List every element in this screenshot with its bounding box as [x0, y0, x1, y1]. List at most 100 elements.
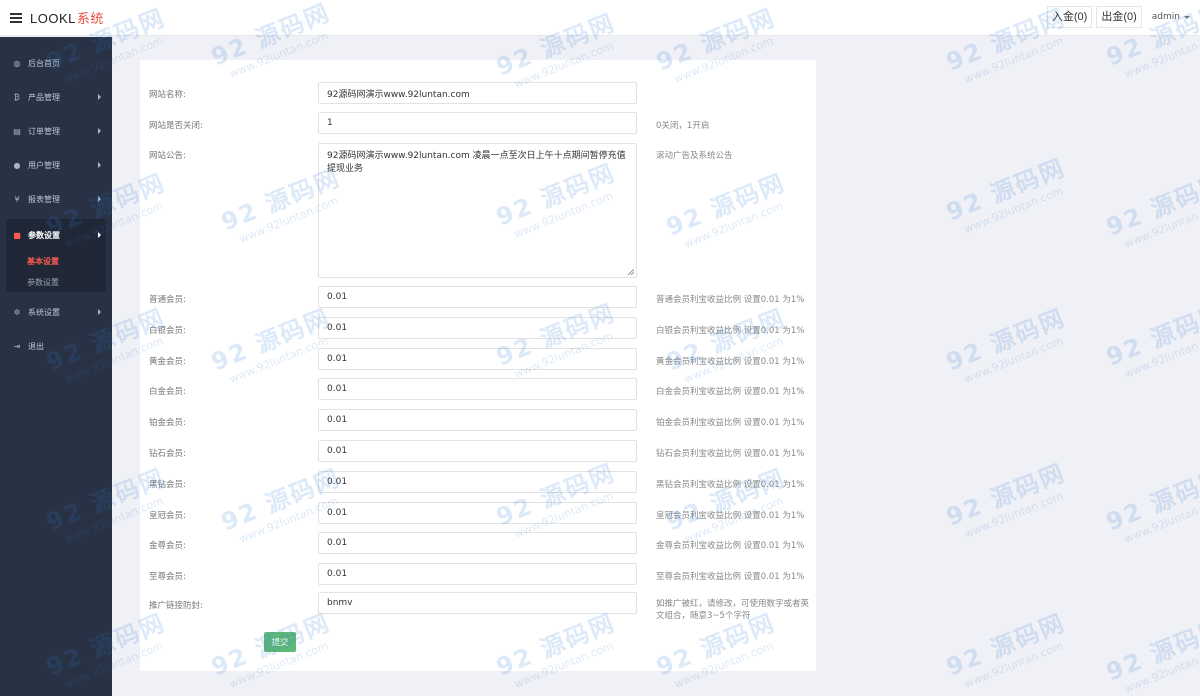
deposit-button[interactable]: 入金(0): [1046, 6, 1093, 28]
sidebar-item-logout[interactable]: ⇥ 退出: [0, 332, 112, 360]
submit-button[interactable]: 提交: [264, 632, 296, 652]
member-level-input[interactable]: 0.01: [318, 316, 637, 339]
watermark: 92 源码网www.92luntan.com: [940, 453, 1075, 545]
brand-name: LOOKL: [30, 11, 76, 26]
sidebar-item-label: 订单管理: [28, 126, 60, 136]
site-closed-input[interactable]: 1: [318, 112, 637, 134]
notice-label: 网站公告:: [149, 151, 186, 161]
watermark-url: www.92luntan.com: [962, 334, 1066, 386]
username: admin: [1151, 12, 1180, 22]
member-level-label: 白银会员:: [149, 325, 186, 336]
watermark-title: 92 源码网: [1102, 168, 1200, 242]
sidebar-item-label: 退出: [28, 341, 44, 351]
watermark-title: 92 源码网: [1102, 463, 1200, 537]
dashboard-icon: ◍: [13, 58, 21, 68]
member-level-input[interactable]: 0.01: [318, 563, 637, 586]
site-name-label: 网站名称:: [149, 90, 186, 100]
top-header: LOOKL系统 入金(0) 出金(0) admin: [0, 0, 1200, 36]
sidebar-item-label: 产品管理: [28, 92, 60, 102]
site-closed-hint: 0关闭，1开启: [656, 121, 710, 131]
member-level-hint: 钻石会员利宝收益比例 设置0.01 为1%: [656, 449, 805, 459]
member-level-label: 黄金会员:: [149, 356, 186, 367]
sidebar-item-products[interactable]: ₿ 产品管理: [0, 83, 112, 111]
sidebar-item-label: 参数设置: [28, 230, 60, 240]
chevron-right-icon: [98, 232, 101, 238]
member-level-input[interactable]: 0.01: [318, 286, 637, 308]
promo-hint: 如推广被红，请修改，可使用数字或者英文组合，随意3~5个字符: [656, 599, 810, 621]
watermark-url: www.92luntan.com: [1122, 199, 1200, 251]
member-level-label: 白金会员:: [149, 387, 186, 398]
notice-hint: 滚动广告及系统公告: [656, 151, 733, 161]
yen-icon: ¥: [14, 194, 20, 204]
sidebar-item-users[interactable]: ● 用户管理: [0, 151, 112, 179]
caret-down-icon: [1184, 15, 1190, 19]
watermark-url: www.92luntan.com: [1122, 329, 1200, 381]
watermark-title: 92 源码网: [942, 153, 1070, 227]
watermark: 92 源码网www.92luntan.com: [940, 298, 1075, 390]
member-level-label: 黑钻会员:: [149, 479, 186, 490]
watermark: 92 源码网www.92luntan.com: [1100, 293, 1200, 385]
notice-textarea[interactable]: 92源码网演示www.92luntan.com 凌晨一点至次日上午十点期间暂停充…: [318, 143, 637, 278]
sidebar-item-label: 系统设置: [28, 307, 60, 317]
sidebar-item-dashboard[interactable]: ◍ 后台首页: [0, 49, 112, 77]
member-level-input[interactable]: 0.01: [318, 470, 637, 493]
watermark-url: www.92luntan.com: [1122, 494, 1200, 546]
menu-toggle-icon[interactable]: [10, 12, 22, 23]
settings-form: 网站名称: 92源码网演示www.92luntan.com 网站是否关闭: 1 …: [140, 60, 816, 671]
sidebar-item-label: 报表管理: [28, 194, 60, 204]
chevron-right-icon: [98, 128, 101, 134]
member-level-hint: 铂金会员利宝收益比例 设置0.01 为1%: [656, 418, 805, 429]
brand-accent: 系统: [76, 11, 104, 26]
sidebar-item-label: 后台首页: [28, 58, 60, 68]
sidebar-subitem-basic[interactable]: 基本设置: [27, 256, 59, 267]
watermark-title: 92 源码网: [942, 303, 1070, 377]
member-level-label: 铂金会员:: [149, 418, 186, 429]
member-level-hint: 白银会员利宝收益比例 设置0.01 为1%: [656, 325, 805, 336]
promo-input[interactable]: bnmv: [318, 592, 637, 614]
sidebar-item-orders[interactable]: ▤ 订单管理: [0, 117, 112, 145]
member-level-hint: 皇冠会员利宝收益比例 设置0.01 为1%: [656, 510, 805, 521]
member-level-hint: 金尊会员利宝收益比例 设置0.01 为1%: [656, 541, 805, 552]
member-level-input[interactable]: 0.01: [318, 378, 637, 401]
watermark-title: 92 源码网: [942, 458, 1070, 532]
chevron-right-icon: [98, 309, 101, 315]
member-level-input[interactable]: 0.01: [318, 409, 637, 432]
member-level-hint: 普通会员利宝收益比例 设置0.01 为1%: [656, 295, 805, 305]
user-icon: ●: [13, 160, 21, 170]
chevron-right-icon: [98, 162, 101, 168]
watermark-title: 92 源码网: [1102, 298, 1200, 372]
member-level-input[interactable]: 0.01: [318, 440, 637, 462]
watermark-url: www.92luntan.com: [962, 184, 1066, 236]
member-level-hint: 黄金会员利宝收益比例 设置0.01 为1%: [656, 356, 805, 367]
member-level-label: 钻石会员:: [149, 449, 186, 459]
watermark-title: 92 源码网: [942, 608, 1070, 682]
header-actions: 入金(0) 出金(0) admin: [1046, 6, 1190, 28]
chevron-right-icon: [98, 196, 101, 202]
member-level-label: 普通会员:: [149, 295, 186, 305]
files-icon: ■: [13, 230, 21, 240]
resize-handle-icon[interactable]: [628, 269, 634, 275]
watermark: 92 源码网www.92luntan.com: [940, 148, 1075, 240]
watermark-url: www.92luntan.com: [962, 34, 1066, 86]
watermark: 92 源码网www.92luntan.com: [1100, 608, 1200, 696]
member-level-hint: 至尊会员利宝收益比例 设置0.01 为1%: [656, 572, 805, 583]
site-name-input[interactable]: 92源码网演示www.92luntan.com: [318, 82, 637, 104]
watermark: 92 源码网www.92luntan.com: [940, 603, 1075, 695]
member-level-label: 皇冠会员:: [149, 510, 186, 521]
sidebar: ◍ 后台首页 ₿ 产品管理 ▤ 订单管理 ● 用户管理 ¥ 报表管理 ■ 参数设置 基本设置…: [0, 37, 112, 696]
sidebar-subitem-params[interactable]: 参数设置: [27, 277, 59, 288]
site-closed-label: 网站是否关闭:: [149, 121, 203, 131]
withdraw-button[interactable]: 出金(0): [1096, 6, 1142, 28]
sidebar-item-params[interactable]: ■ 参数设置: [0, 221, 112, 249]
sidebar-item-reports[interactable]: ¥ 报表管理: [0, 185, 112, 213]
sidebar-item-label: 用户管理: [28, 160, 60, 170]
member-level-input[interactable]: 0.01: [318, 532, 637, 555]
sidebar-group-params: ■ 参数设置 基本设置 参数设置: [6, 219, 106, 292]
member-level-label: 金尊会员:: [149, 541, 186, 552]
watermark: 92 源码网www.92luntan.com: [1100, 163, 1200, 255]
member-level-input[interactable]: 0.01: [318, 501, 637, 524]
user-menu[interactable]: admin: [1152, 12, 1190, 22]
watermark-url: www.92luntan.com: [1122, 644, 1200, 696]
sidebar-item-system[interactable]: ✲ 系统设置: [0, 298, 112, 326]
member-level-input[interactable]: 0.01: [318, 347, 637, 370]
